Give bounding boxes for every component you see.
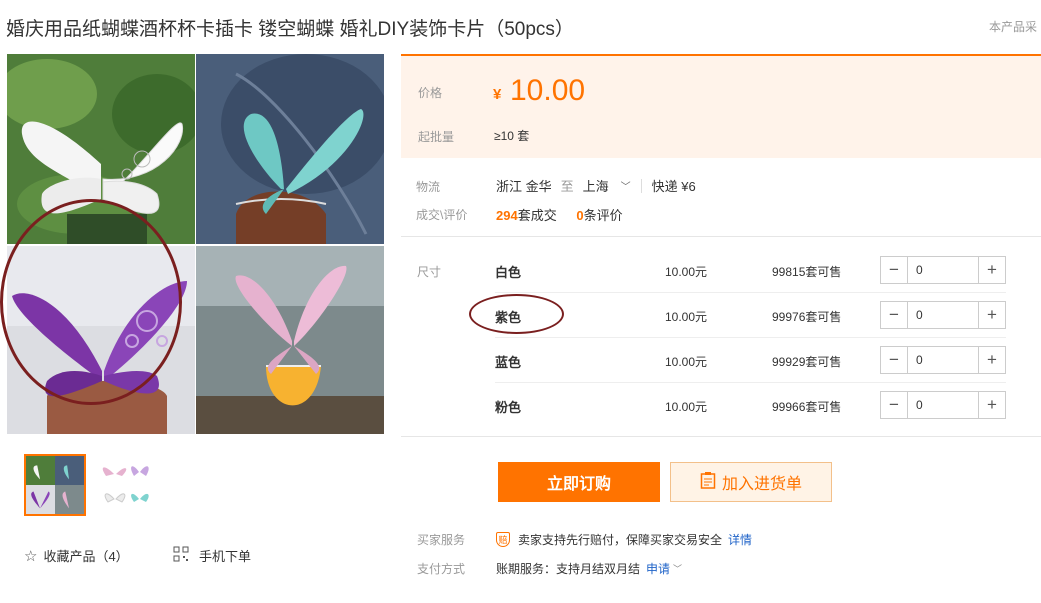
plus-button[interactable]: + (978, 347, 1005, 373)
quantity-input[interactable]: 0 (908, 392, 978, 418)
sku-stock: 99966套可售 (772, 400, 842, 414)
qr-code-icon (173, 546, 189, 565)
star-icon: ☆ (24, 547, 38, 565)
buyer-service-row: 买家服务 赔 卖家支持先行赔付，保障买家交易安全 详情 (417, 531, 752, 548)
ship-to-select[interactable]: 上海 ﹀ (583, 176, 631, 195)
quantity-stepper: − 0 + (880, 256, 1006, 284)
moq-value: ≥10 套 (494, 129, 530, 143)
payment-text: 账期服务：支持月结双月结 (496, 562, 641, 576)
price-value: 10.00 (510, 74, 586, 107)
logistics-label: 物流 (416, 180, 441, 194)
sold-count: 294 (496, 208, 518, 223)
quantity-input[interactable]: 0 (908, 302, 978, 328)
plus-button[interactable]: + (978, 302, 1005, 328)
sku-name: 蓝色 (495, 355, 522, 370)
buyer-service-text: 卖家支持先行赔付，保障买家交易安全 (518, 533, 723, 547)
price-panel: 价格 ¥ 10.00 起批量 ≥10 套 (401, 54, 1041, 158)
payment-apply-link[interactable]: 申请 ﹀ (646, 560, 682, 577)
quantity-stepper: − 0 + (880, 301, 1006, 329)
sku-stock: 99976套可售 (772, 310, 842, 324)
gallery-image-blue (196, 54, 384, 244)
buyer-service-details-link[interactable]: 详情 (728, 531, 752, 548)
divider (401, 436, 1041, 437)
quantity-stepper: − 0 + (880, 391, 1006, 419)
sku-row-pink: 粉色 10.00元 99966套可售 − 0 + (495, 383, 1006, 428)
sold-unit: 套成交 (517, 208, 557, 223)
quantity-input[interactable]: 0 (908, 257, 978, 283)
mobile-order-label: 手机下单 (199, 549, 252, 564)
gallery-image-purple (7, 246, 195, 434)
shield-icon: 赔 (496, 532, 510, 547)
currency-symbol: ¥ (493, 86, 502, 103)
deals-stats: 294套成交 0条评价 (496, 205, 623, 224)
add-to-cart-label: 加入进货单 (721, 476, 802, 493)
separator (640, 178, 642, 193)
chevron-down-icon: ﹀ (620, 182, 631, 193)
ship-to: 上海 (582, 179, 609, 194)
sku-name: 紫色 (495, 310, 522, 325)
payment-label: 支付方式 (417, 562, 466, 576)
sku-name: 粉色 (495, 400, 522, 415)
sku-price: 10.00元 (665, 400, 708, 414)
top-note: 本产品采 (989, 20, 1038, 34)
logistics-section: 物流 浙江 金华 至 上海 ﹀ 快递 ¥6 成交\评价 294套成交 0条评价 (401, 170, 1041, 236)
sku-row-blue: 蓝色 10.00元 99929套可售 − 0 + (495, 338, 1006, 383)
gallery-image-white (7, 54, 195, 244)
minus-button[interactable]: − (881, 347, 908, 373)
divider (401, 236, 1041, 237)
moq-label: 起批量 (418, 130, 455, 144)
sku-price: 10.00元 (665, 355, 708, 369)
favorite-button[interactable]: ☆ 收藏产品（4） (24, 546, 129, 565)
payment-row: 支付方式 账期服务：支持月结双月结 申请 ﹀ (417, 560, 682, 577)
thumbnail-1[interactable] (24, 454, 86, 516)
sku-name: 白色 (495, 265, 522, 280)
plus-button[interactable]: + (978, 257, 1005, 283)
chevron-down-icon: ﹀ (673, 564, 683, 574)
product-title: 婚庆用品纸蝴蝶酒杯杯卡插卡 镂空蝴蝶 婚礼DIY装饰卡片（50pcs） (6, 19, 574, 40)
minus-button[interactable]: − (881, 257, 908, 283)
sku-label: 尺寸 (417, 265, 442, 279)
sku-row-white: 白色 10.00元 99815套可售 − 0 + (495, 248, 1006, 293)
order-now-button[interactable]: 立即订购 (498, 462, 660, 502)
quantity-stepper: − 0 + (880, 346, 1006, 374)
logistics-route: 浙江 金华 至 上海 ﹀ 快递 ¥6 (496, 176, 696, 195)
price-label: 价格 (418, 86, 443, 100)
quantity-input[interactable]: 0 (908, 347, 978, 373)
sku-price: 10.00元 (665, 310, 708, 324)
review-count[interactable]: 0 (576, 208, 583, 223)
gallery-image-pink (196, 246, 384, 434)
sku-price: 10.00元 (665, 265, 708, 279)
clipboard-icon (700, 471, 716, 494)
plus-button[interactable]: + (978, 392, 1005, 418)
ship-from: 浙江 金华 (496, 179, 552, 194)
payment-apply-label: 申请 (646, 562, 671, 576)
shipping-fee: 快递 ¥6 (651, 179, 696, 194)
sku-row-purple: 紫色 10.00元 99976套可售 − 0 + (495, 293, 1006, 338)
minus-button[interactable]: − (881, 392, 908, 418)
minus-button[interactable]: − (881, 302, 908, 328)
mobile-order-button[interactable]: 手机下单 (173, 546, 251, 565)
route-to-word: 至 (560, 179, 574, 194)
deals-label: 成交\评价 (416, 208, 468, 222)
add-to-cart-button[interactable]: 加入进货单 (670, 462, 832, 502)
sku-stock: 99929套可售 (772, 355, 842, 369)
thumbnail-2[interactable] (94, 454, 156, 516)
favorite-label: 收藏产品（4） (43, 549, 129, 564)
buyer-service-label: 买家服务 (417, 533, 466, 547)
product-gallery[interactable] (7, 54, 384, 434)
review-unit[interactable]: 条评价 (584, 208, 623, 223)
sku-stock: 99815套可售 (772, 265, 842, 279)
